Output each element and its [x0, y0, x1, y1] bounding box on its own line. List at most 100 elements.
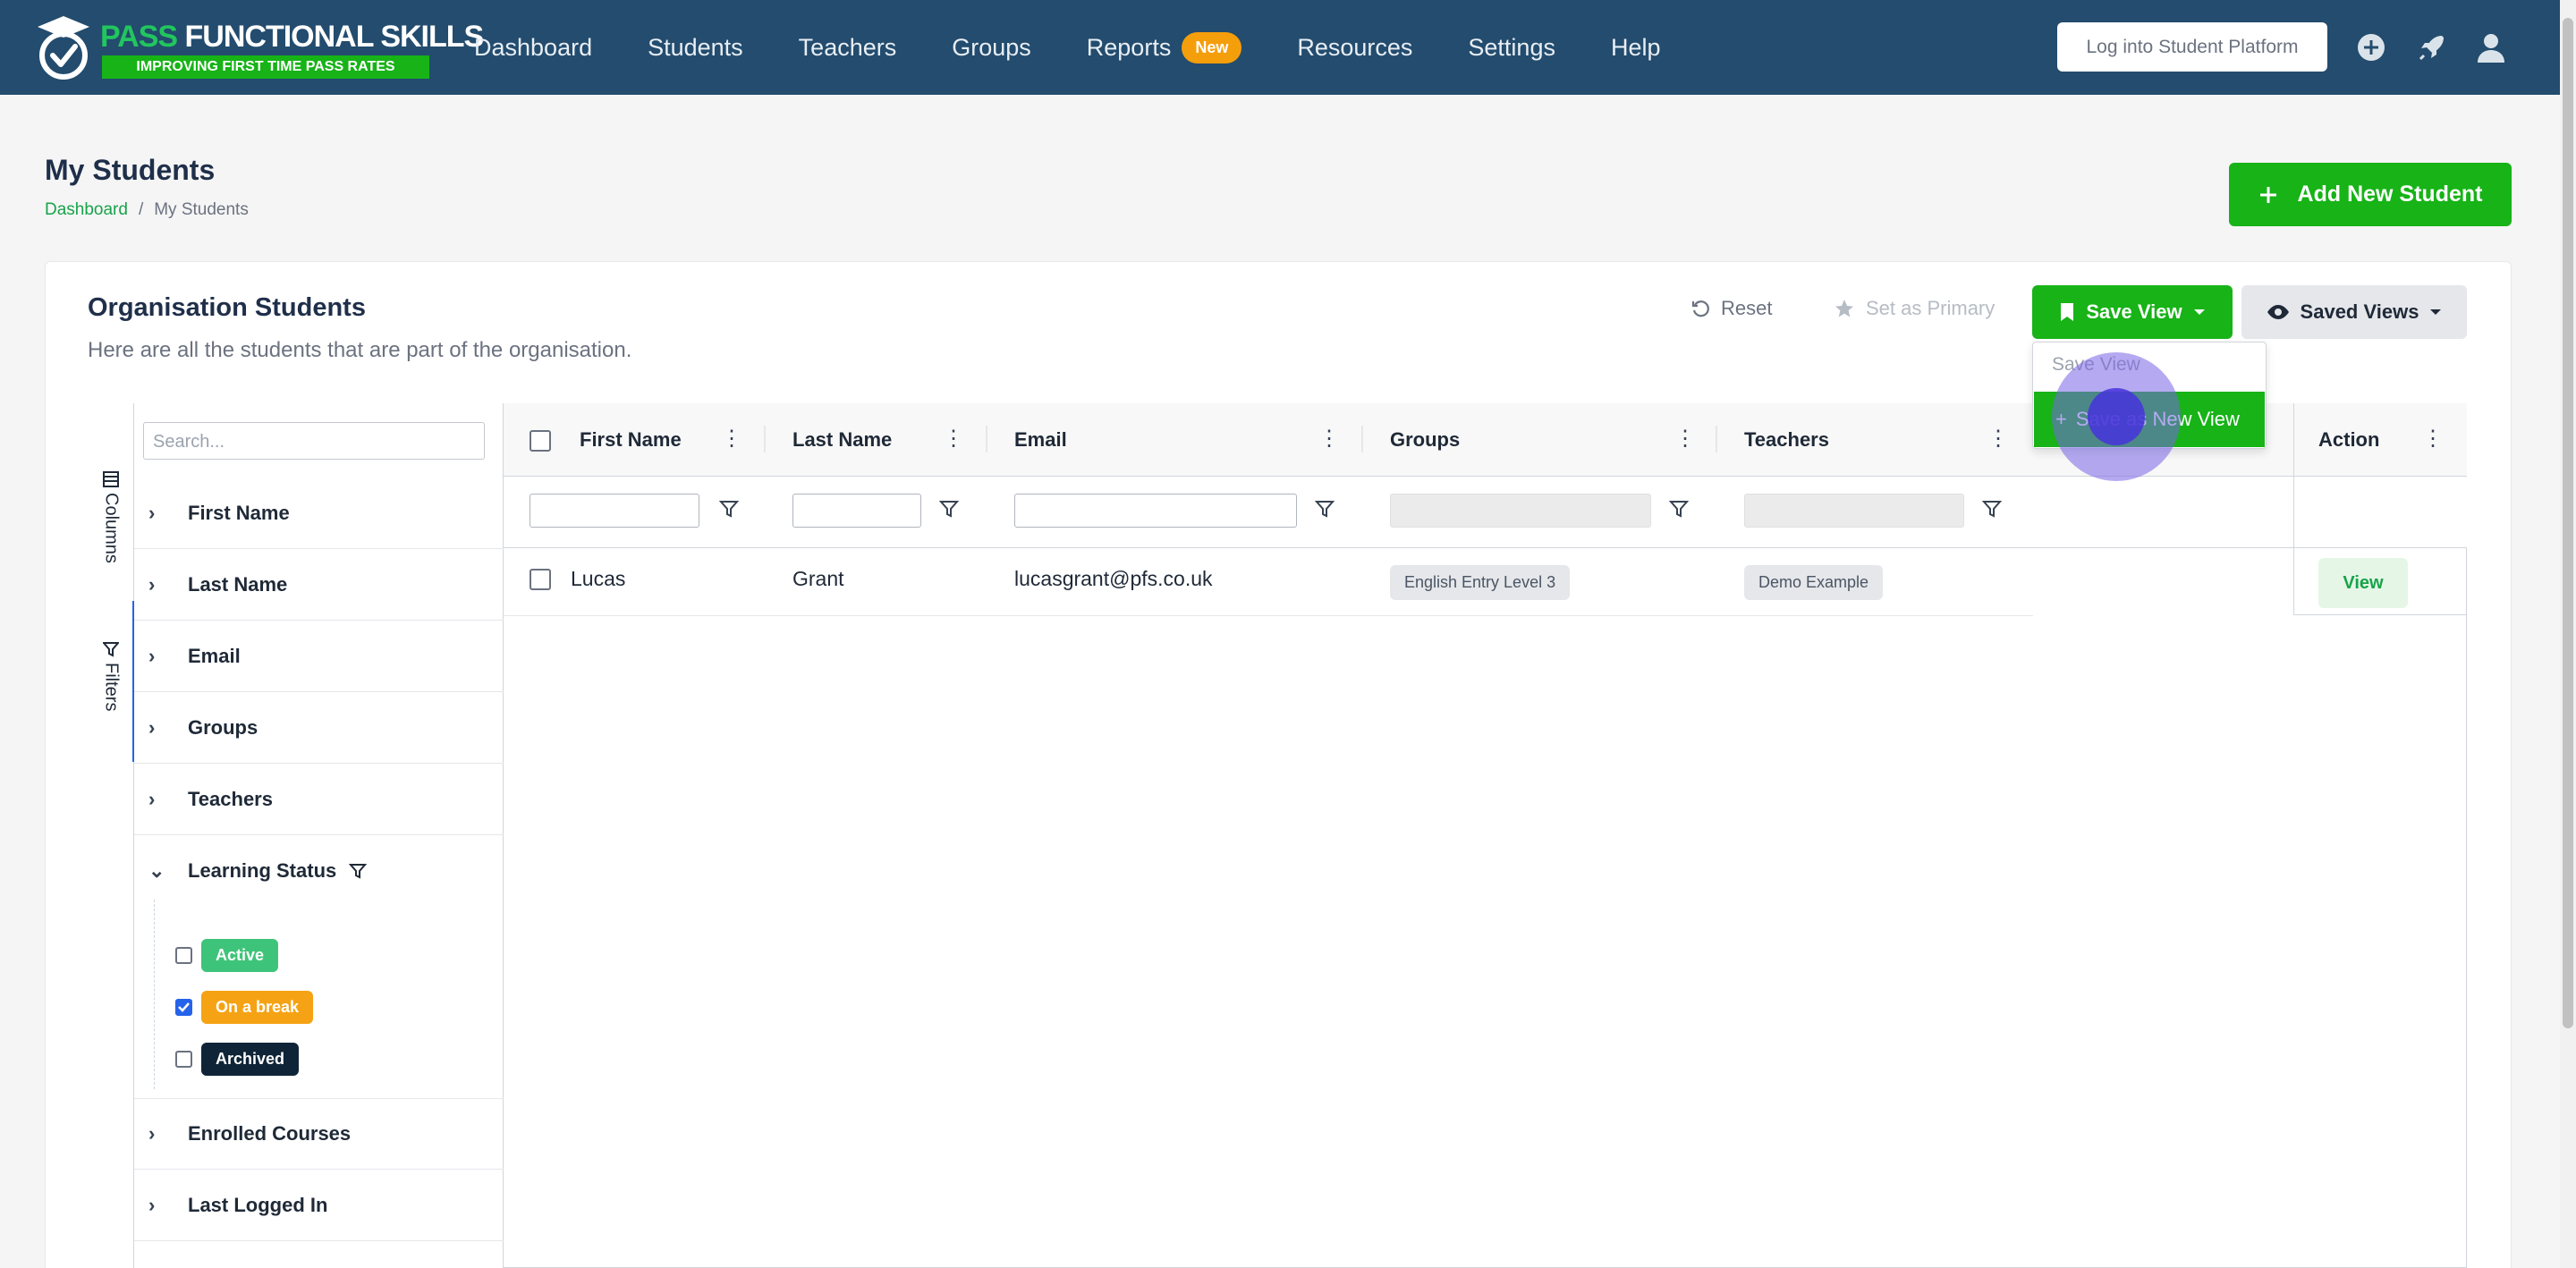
filter-learning-status[interactable]: ⌄ Learning Status [134, 835, 504, 907]
nav-resources[interactable]: Resources [1297, 34, 1412, 62]
grid-side-tabs: Columns Filters [88, 403, 134, 1268]
filter-teachers[interactable]: › Teachers [134, 764, 504, 835]
nav-teachers[interactable]: Teachers [799, 34, 897, 62]
status-option-archived[interactable]: Archived [175, 1043, 300, 1076]
column-menu-icon[interactable]: ⋮ [1318, 426, 1340, 452]
user-icon[interactable] [2474, 30, 2508, 64]
page-title: My Students [45, 154, 216, 186]
filter-email[interactable]: › Email [134, 621, 504, 692]
column-menu-icon[interactable]: ⋮ [1674, 426, 1696, 452]
row-checkbox[interactable] [530, 569, 551, 590]
status-tag-active: Active [201, 939, 279, 972]
column-last-name[interactable]: Last Name [792, 403, 892, 477]
cell-first-name: Lucas [571, 567, 626, 590]
filters-tab-label: Filters [101, 663, 122, 712]
status-option-on-a-break[interactable]: On a break [175, 991, 314, 1024]
plus-icon [2259, 186, 2276, 203]
view-student-button[interactable]: View [2318, 558, 2408, 608]
nav-help[interactable]: Help [1611, 34, 1661, 62]
filter-label: Teachers [188, 787, 273, 810]
filter-icon[interactable] [939, 499, 959, 519]
groups-filter-input [1390, 494, 1651, 528]
caret-down-icon [2430, 309, 2442, 315]
caret-down-icon [2193, 309, 2205, 315]
column-divider[interactable] [986, 426, 987, 452]
chevron-right-icon: › [148, 572, 156, 596]
add-new-student-button[interactable]: Add New Student [2229, 163, 2512, 226]
select-all-checkbox[interactable] [530, 430, 551, 452]
filter-last-name[interactable]: › Last Name [134, 549, 504, 621]
nav-dashboard[interactable]: Dashboard [474, 34, 592, 62]
filter-last-logged-in[interactable]: › Last Logged In [134, 1170, 504, 1241]
columns-tab-label: Columns [101, 493, 122, 563]
chevron-right-icon: › [148, 1193, 156, 1216]
column-menu-icon[interactable]: ⋮ [943, 426, 964, 452]
breadcrumb-home-link[interactable]: Dashboard [45, 200, 128, 219]
filter-first-name[interactable]: › First Name [134, 478, 504, 549]
card-subtitle: Here are all the students that are part … [88, 338, 632, 362]
brand-tagline: IMPROVING FIRST TIME PASS RATES [102, 55, 429, 79]
nav-groups[interactable]: Groups [952, 34, 1031, 62]
column-divider[interactable] [1361, 426, 1363, 452]
column-divider[interactable] [764, 426, 766, 452]
filters-tab[interactable]: Filters [88, 641, 134, 711]
saved-views-button[interactable]: Saved Views [2241, 285, 2467, 339]
filter-label: Learning Status [188, 859, 337, 882]
filter-enrolled-courses[interactable]: › Enrolled Courses [134, 1098, 504, 1170]
filter-icon[interactable] [1982, 499, 2002, 519]
top-navbar: PASS FUNCTIONAL SKILLS IMPROVING FIRST T… [0, 0, 2560, 95]
nav-reports[interactable]: Reports New [1087, 31, 1242, 63]
filter-label: Last Name [188, 572, 288, 596]
column-menu-icon[interactable]: ⋮ [721, 426, 742, 452]
first-name-filter-input[interactable] [530, 494, 699, 528]
rocket-icon[interactable] [2415, 30, 2449, 64]
checkbox[interactable] [175, 947, 192, 964]
cell-email: lucasgrant@pfs.co.uk [1014, 567, 1213, 590]
reset-button[interactable]: Reset [1690, 297, 1772, 320]
bookmark-icon [2061, 303, 2074, 321]
filter-icon[interactable] [1315, 499, 1335, 519]
brand-logo[interactable]: PASS FUNCTIONAL SKILLS IMPROVING FIRST T… [36, 14, 484, 80]
filter-label: Enrolled Courses [188, 1122, 352, 1145]
checkbox[interactable] [175, 1051, 192, 1068]
email-filter-input[interactable] [1014, 494, 1297, 528]
checkbox-checked[interactable] [175, 999, 192, 1016]
chevron-down-icon: ⌄ [148, 859, 165, 882]
filter-groups[interactable]: › Groups [134, 692, 504, 764]
group-chip: English Entry Level 3 [1390, 565, 1571, 600]
filter-label: First Name [188, 501, 290, 524]
plus-circle-icon[interactable] [2354, 30, 2388, 64]
reset-icon [1691, 300, 1709, 317]
set-as-primary-button[interactable]: Set as Primary [1834, 297, 1995, 320]
chevron-right-icon: › [148, 644, 156, 667]
column-email[interactable]: Email [1014, 403, 1067, 477]
filter-icon[interactable] [719, 499, 739, 519]
scrollbar-thumb[interactable] [2563, 18, 2573, 1028]
column-menu-icon[interactable]: ⋮ [1987, 426, 2009, 452]
save-view-label: Save View [2086, 300, 2182, 323]
cell-last-name: Grant [792, 567, 844, 590]
page-scrollbar[interactable] [2560, 0, 2576, 1268]
columns-tab[interactable]: Columns [88, 471, 134, 563]
save-view-button[interactable]: Save View [2032, 285, 2233, 339]
login-student-platform-button[interactable]: Log into Student Platform [2057, 22, 2327, 72]
chevron-right-icon: › [148, 1122, 156, 1145]
filter-search-input[interactable]: Search... [143, 422, 485, 460]
status-option-active[interactable]: Active [175, 939, 279, 972]
nav-students[interactable]: Students [648, 34, 743, 62]
saved-views-label: Saved Views [2300, 300, 2419, 323]
chevron-right-icon: › [148, 501, 156, 524]
column-groups[interactable]: Groups [1390, 403, 1460, 477]
nav-settings[interactable]: Settings [1468, 34, 1555, 62]
filter-icon[interactable] [1669, 499, 1689, 519]
last-name-filter-input[interactable] [792, 494, 921, 528]
reset-label: Reset [1721, 297, 1773, 319]
add-new-student-label: Add New Student [2297, 182, 2483, 207]
brand-title: PASS FUNCTIONAL SKILLS [100, 20, 484, 54]
column-divider[interactable] [1716, 426, 1717, 452]
filter-label: Last Logged In [188, 1193, 328, 1216]
filter-label: Groups [188, 715, 258, 739]
column-teachers[interactable]: Teachers [1744, 403, 1829, 477]
columns-icon [103, 471, 119, 487]
column-first-name[interactable]: First Name [580, 403, 682, 477]
